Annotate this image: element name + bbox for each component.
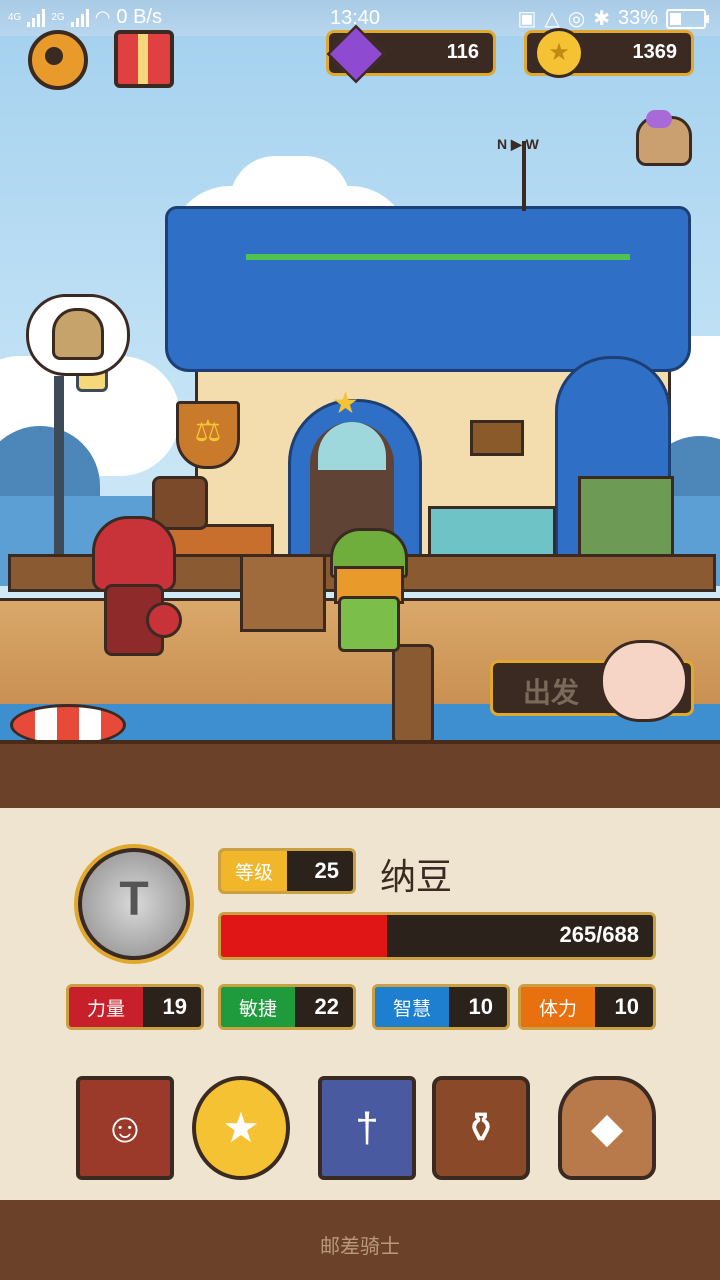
footer-wood: 邮差骑士	[0, 1200, 720, 1280]
knight-helmet[interactable]	[92, 516, 176, 592]
level-bar: 等级 25	[218, 848, 356, 894]
lamp-post	[54, 376, 64, 556]
star-coin-icon[interactable]: ★	[192, 1076, 290, 1180]
roof-trim	[246, 254, 630, 260]
stat-bar: 敏捷 22	[218, 984, 356, 1030]
shopkeeper-character[interactable]	[338, 596, 400, 652]
backpack-icon[interactable]: ⚱	[432, 1076, 530, 1180]
star-emblem-icon: ★	[332, 387, 359, 420]
gold-coin-icon: ★	[534, 28, 584, 78]
stairs	[240, 554, 326, 632]
gear-hole	[45, 47, 63, 65]
rank-medal-icon[interactable]: T	[78, 848, 190, 960]
stat-bar: 力量 19	[66, 984, 204, 1030]
character-panel: T 等级 25 纳豆 265/688 力量 19 敏捷 22 智慧 10 体力 10 ☺ ★ † ⚱…	[0, 808, 720, 1204]
level-value: 25	[314, 858, 339, 883]
gamepad-icon: ▣	[517, 8, 537, 30]
bluetooth-icon: ✱	[593, 8, 610, 30]
lock-rotation-icon: ◎	[567, 8, 586, 30]
scales-sign-icon: ⚖	[176, 401, 240, 469]
cards-icon[interactable]: †	[318, 1076, 416, 1180]
explorer-hat-icon	[52, 308, 104, 360]
hp-bar: 265/688	[218, 912, 656, 960]
net2-label: 2G	[51, 12, 65, 23]
mooring-post	[392, 644, 434, 744]
stat-value: 22	[314, 994, 339, 1019]
hp-text: 265/688	[559, 922, 639, 947]
signal-icon	[27, 8, 46, 27]
treasure-chest-icon	[470, 420, 524, 456]
signal-icon-2	[70, 8, 89, 27]
house-roof	[165, 206, 691, 372]
net1-label: 4G	[8, 12, 22, 23]
treasure-bag-icon[interactable]: ◆	[558, 1076, 656, 1180]
net-speed: 0 B/s	[116, 6, 162, 28]
window-shutters	[578, 476, 674, 560]
character-name: 纳豆	[380, 856, 453, 897]
counter-cabinet	[428, 506, 556, 560]
stat-label: 智慧	[375, 987, 449, 1027]
gem-count: 116	[446, 41, 479, 63]
depart-label: 出发	[523, 677, 580, 708]
stat-bar: 体力 10	[518, 984, 656, 1030]
sleeping-girl-avatar[interactable]	[600, 640, 688, 722]
level-label: 等级	[221, 851, 287, 891]
purple-gem-glow	[646, 110, 672, 128]
stat-label: 体力	[521, 987, 595, 1027]
hp-fill	[221, 915, 388, 957]
coin-count: 1369	[632, 41, 678, 63]
stat-bar: 智慧 10	[372, 984, 510, 1030]
rank-letter: T	[119, 873, 149, 926]
stat-value: 10	[468, 994, 493, 1019]
battery-text: 33%	[617, 7, 658, 29]
ground-wood	[0, 740, 720, 816]
battery-icon	[666, 8, 709, 29]
footer-title: 邮差骑士	[320, 1236, 400, 1258]
gift-ribbon	[138, 34, 148, 84]
stat-label: 力量	[69, 987, 143, 1027]
shield-icon	[146, 602, 182, 638]
stat-label: 敏捷	[221, 987, 295, 1027]
stat-value: 10	[614, 994, 639, 1019]
stat-value: 19	[162, 994, 187, 1019]
game-scene: N ▶ W ★ ⚖ 出发	[0, 36, 720, 746]
settings-gear-icon[interactable]	[28, 30, 88, 90]
wifi-icon: ◠	[94, 7, 111, 27]
weathervane-icon: N ▶ W	[497, 136, 539, 152]
book-icon[interactable]: ☺	[76, 1076, 174, 1180]
gift-box-icon[interactable]	[114, 30, 174, 88]
